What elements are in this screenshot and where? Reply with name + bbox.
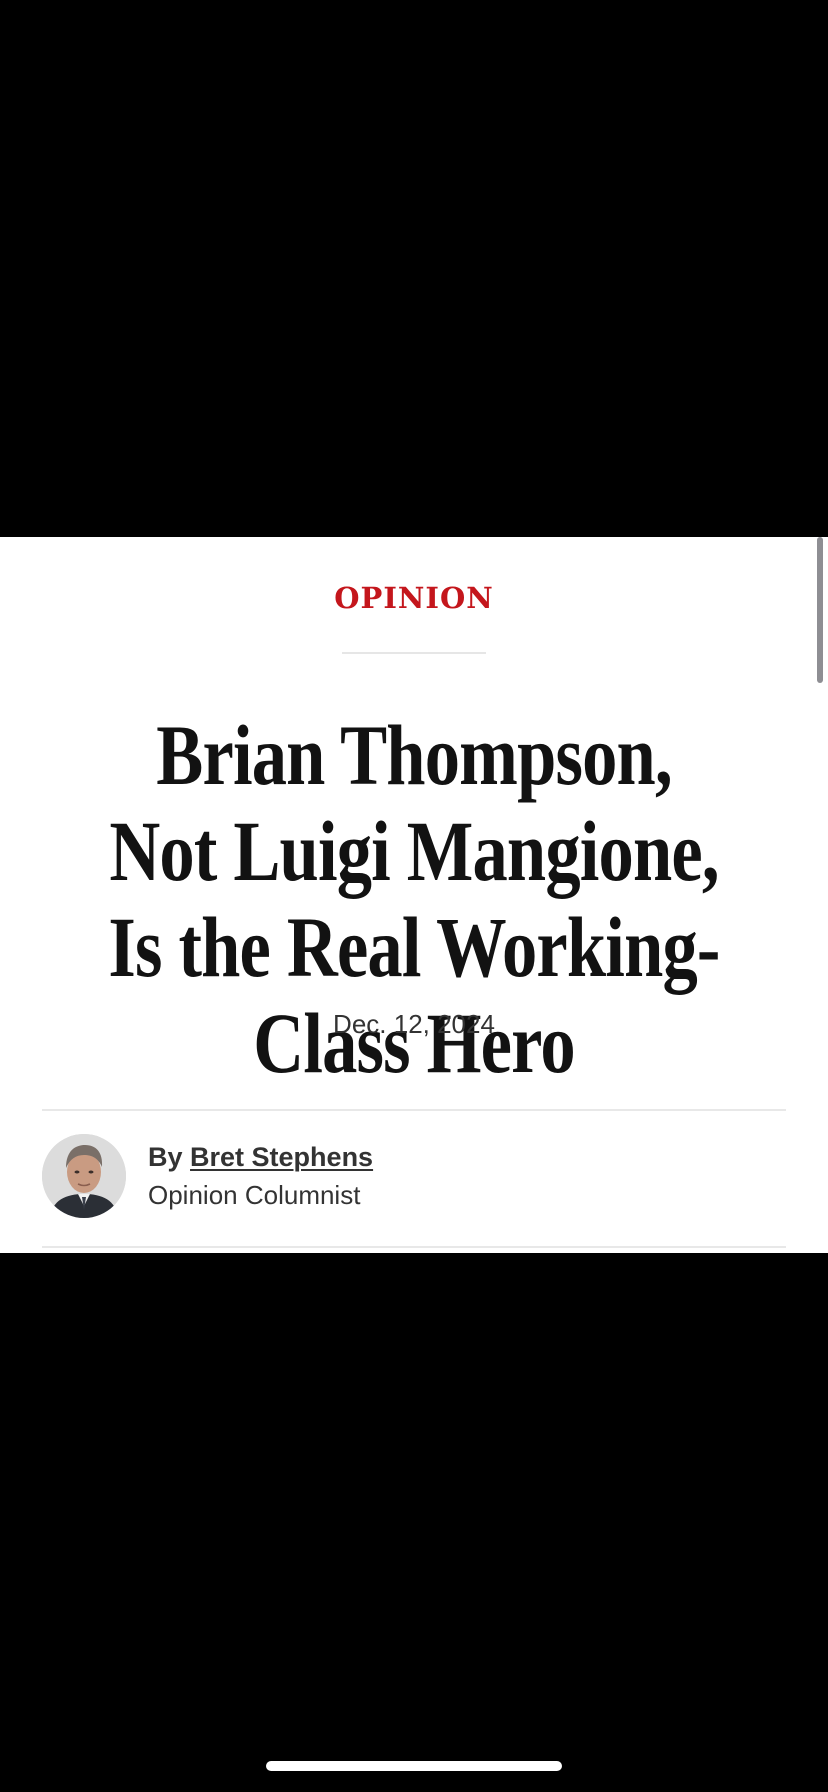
screen: OPINION Brian Thompson, Not Luigi Mangio… bbox=[0, 0, 828, 1792]
article-header-card: OPINION Brian Thompson, Not Luigi Mangio… bbox=[0, 537, 828, 1253]
home-indicator[interactable] bbox=[266, 1761, 562, 1771]
author-avatar[interactable] bbox=[42, 1134, 126, 1218]
byline: By Bret Stephens Opinion Columnist bbox=[148, 1140, 373, 1212]
byline-prefix: By bbox=[148, 1142, 183, 1172]
author-role: Opinion Columnist bbox=[148, 1180, 361, 1210]
author-portrait-icon bbox=[42, 1134, 126, 1218]
byline-divider-bottom bbox=[42, 1246, 786, 1248]
scrollbar[interactable] bbox=[817, 537, 823, 683]
section-divider bbox=[342, 652, 486, 654]
byline-divider-top bbox=[42, 1109, 786, 1111]
author-name-link[interactable]: Bret Stephens bbox=[190, 1142, 373, 1172]
byline-author-line: By Bret Stephens bbox=[148, 1140, 373, 1174]
publish-date: Dec. 12, 2024 bbox=[333, 1009, 495, 1039]
section-label[interactable]: OPINION bbox=[0, 581, 828, 615]
